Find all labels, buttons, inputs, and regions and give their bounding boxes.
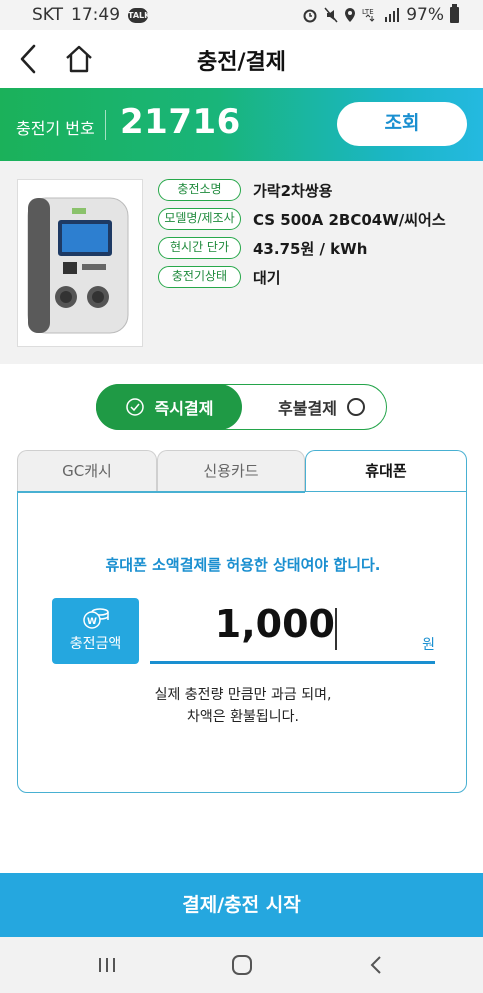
location-icon (345, 8, 356, 22)
tab-underline (17, 491, 305, 493)
talk-notification-icon: TALK (128, 7, 150, 23)
back-nav-icon[interactable] (362, 950, 392, 980)
charger-status-label: 충전기상태 (158, 266, 241, 288)
unit-price-value: 43.75원 / kWh (253, 239, 368, 258)
clock: 17:49 (71, 5, 121, 25)
tab-credit-card[interactable]: 신용카드 (157, 450, 305, 492)
charger-info-section: 충전소명 가락2차쌍용 모델명/제조사 CS 500A 2BC04W/씨어스 현… (0, 161, 483, 364)
instant-payment-option[interactable]: 즉시결제 (96, 384, 242, 430)
refund-notice: 실제 충전량 만큼만 과금 되며, 차액은 환불됩니다. (18, 684, 468, 728)
charger-photo (17, 179, 143, 347)
model-value: CS 500A 2BC04W/씨어스 (253, 210, 446, 229)
info-row-station: 충전소명 가락2차쌍용 (158, 179, 332, 201)
start-payment-charge-button[interactable]: 결제/충전 시작 (0, 873, 483, 937)
charger-number: 21716 (120, 102, 241, 142)
info-row-status: 충전기상태 대기 (158, 266, 281, 288)
unit-price-label: 현시간 단가 (158, 237, 241, 259)
model-label: 모델명/제조사 (158, 208, 241, 230)
refund-line-2: 차액은 환불됩니다. (187, 709, 299, 725)
status-bar: SKT 17:49 TALK LTE 97% (0, 0, 483, 30)
charger-status-value: 대기 (253, 268, 281, 287)
page-title: 충전/결제 (197, 50, 286, 75)
charge-amount-badge: W 충전금액 (52, 598, 139, 664)
check-circle-icon (125, 398, 144, 416)
amount-underline (150, 661, 435, 664)
payment-method-tabs: GC캐시 신용카드 휴대폰 (17, 450, 467, 494)
refund-line-1: 실제 충전량 만큼만 과금 되며, (154, 687, 332, 703)
instant-payment-label: 즉시결제 (154, 399, 214, 418)
info-row-model: 모델명/제조사 CS 500A 2BC04W/씨어스 (158, 208, 446, 230)
app-header: 충전/결제 (0, 30, 483, 88)
battery-percent: 97% (406, 5, 444, 25)
payment-type-toggle: 즉시결제 후불결제 (96, 384, 387, 430)
battery-icon (450, 4, 459, 23)
info-row-price: 현시간 단가 43.75원 / kWh (158, 237, 367, 259)
banner-divider (105, 110, 106, 140)
station-name-label: 충전소명 (158, 179, 241, 201)
signal-icon (385, 8, 400, 22)
carrier-label: SKT (32, 5, 64, 25)
charger-number-label: 충전기 번호 (16, 119, 95, 138)
recent-apps-icon[interactable] (92, 950, 122, 980)
lte-icon: LTE (362, 8, 375, 22)
alarm-icon (303, 9, 317, 23)
text-cursor (335, 608, 337, 650)
charge-amount-input[interactable]: 1,000 원 (150, 602, 435, 664)
deferred-payment-label: 후불결제 (278, 399, 337, 418)
charge-amount-label: 충전금액 (69, 636, 122, 652)
svg-text:W: W (87, 617, 97, 627)
home-nav-icon[interactable] (227, 950, 257, 980)
mute-icon (324, 7, 338, 23)
coin-won-icon: W (83, 608, 109, 629)
deferred-payment-option[interactable]: 후불결제 (259, 385, 384, 429)
charger-banner: 충전기 번호 21716 조회 (0, 88, 483, 161)
charge-amount-value: 1,000 (214, 602, 335, 646)
amount-unit: 원 (422, 637, 435, 653)
tab-mobile-phone[interactable]: 휴대폰 (305, 450, 467, 494)
mobile-payment-notice: 휴대폰 소액결제를 허용한 상태여야 합니다. (105, 556, 381, 574)
station-name-value: 가락2차쌍용 (253, 181, 333, 200)
system-nav-bar (0, 937, 483, 993)
lookup-button[interactable]: 조회 (337, 102, 467, 146)
radio-circle-icon (346, 398, 365, 416)
tab-gc-cash[interactable]: GC캐시 (17, 450, 157, 492)
mobile-payment-panel: 휴대폰 소액결제를 허용한 상태여야 합니다. W 충전금액 1,000 원 실… (17, 491, 467, 793)
